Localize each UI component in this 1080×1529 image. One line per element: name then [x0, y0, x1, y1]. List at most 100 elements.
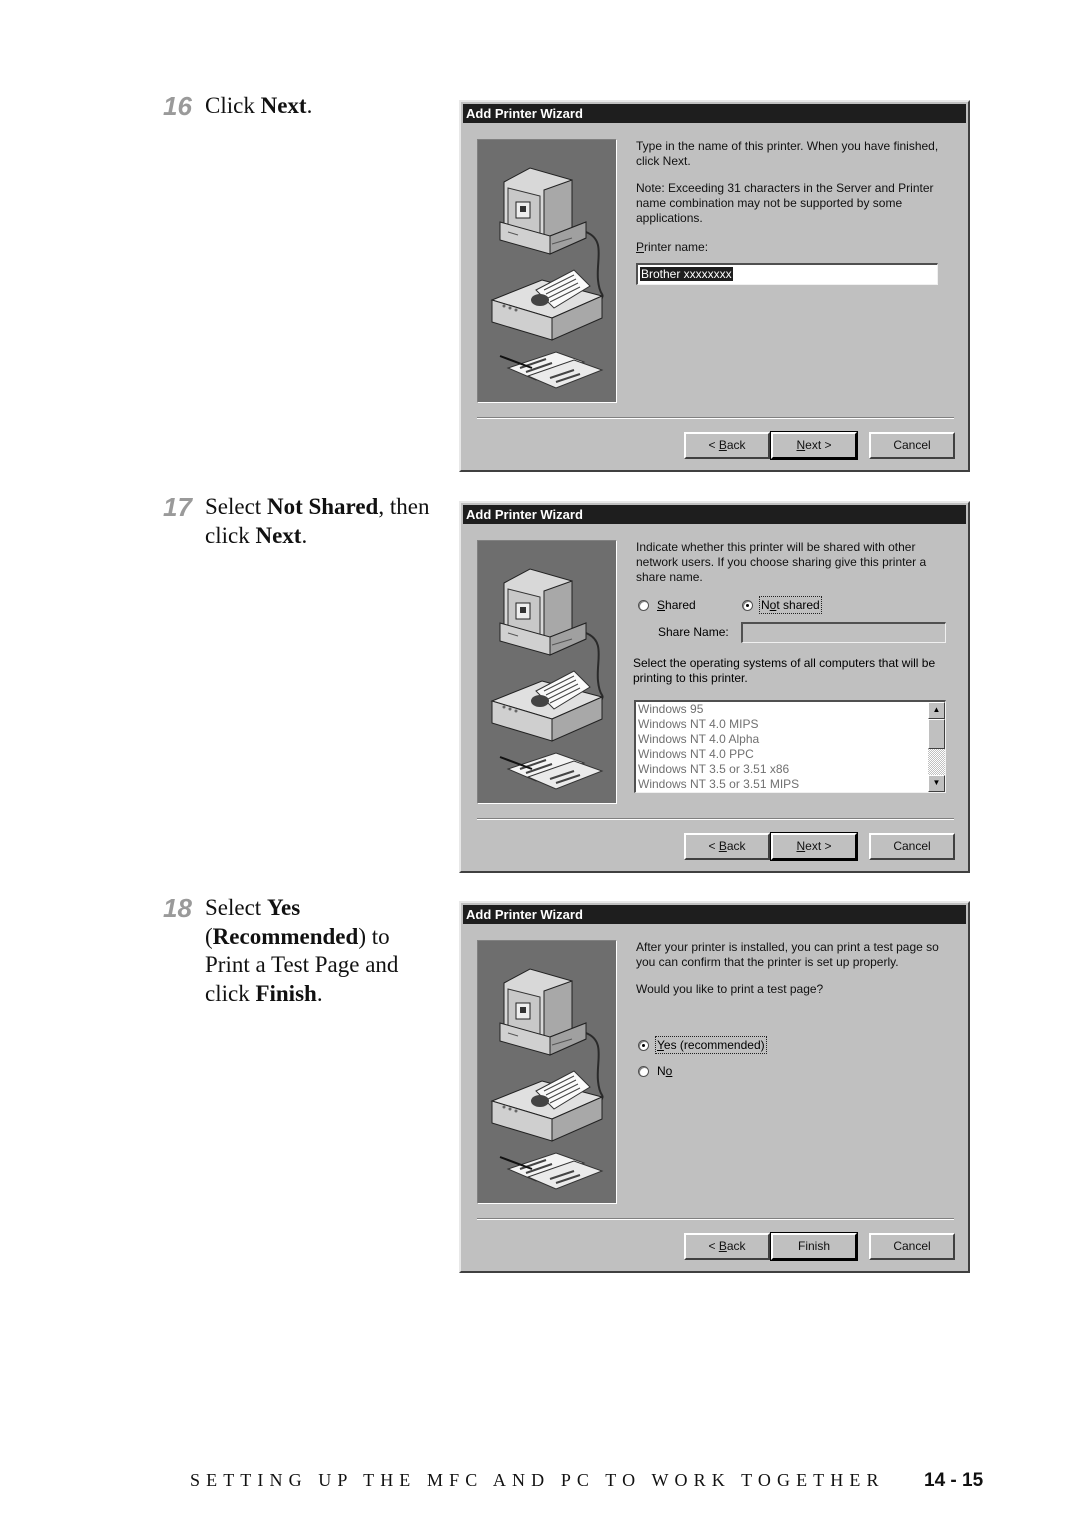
- intro-text: Type in the name of this printer. When y…: [636, 139, 939, 168]
- accelerator-key: N: [796, 438, 806, 452]
- bold-term: Next: [255, 522, 302, 548]
- add-printer-wizard-name-dialog: Add Printer Wizard Type in the name of t…: [459, 100, 970, 472]
- os-list-item[interactable]: Windows 95: [636, 702, 945, 717]
- computer-icon: [499, 968, 587, 1056]
- cancel-button[interactable]: Cancel: [869, 432, 955, 459]
- next-button[interactable]: Next >: [770, 832, 858, 861]
- os-listbox[interactable]: Windows 95 Windows NT 4.0 MIPS Windows NT …: [634, 700, 946, 793]
- add-printer-wizard-test-page-dialog: Add Printer Wizard After your printer is…: [459, 901, 970, 1273]
- radio-button-yes[interactable]: [638, 1039, 649, 1051]
- next-button[interactable]: Next >: [770, 431, 858, 460]
- not-shared-radio-option[interactable]: Not shared: [742, 596, 822, 614]
- instruction-text: (: [205, 923, 213, 949]
- dialog-titlebar: Add Printer Wizard: [463, 905, 966, 924]
- os-prompt-text: Select the operating systems of all comp…: [633, 656, 936, 685]
- add-printer-wizard-sharing-dialog: Add Printer Wizard Indicate whether this…: [459, 501, 970, 873]
- os-list-item[interactable]: Windows NT 3.5 or 3.51 x86: [636, 762, 945, 777]
- shared-label: Shared: [657, 598, 696, 612]
- step-instruction: Click Next.: [205, 92, 435, 121]
- computer-printer-illustration: [477, 940, 617, 1204]
- bold-term: Finish: [255, 980, 317, 1006]
- step-number: 17: [163, 492, 192, 522]
- back-button[interactable]: < Back: [684, 432, 770, 459]
- os-list-item[interactable]: Windows NT 4.0 Alpha: [636, 732, 945, 747]
- printer-name-value: Brother xxxxxxxx: [640, 267, 733, 281]
- scrollbar-thumb[interactable]: [928, 719, 945, 749]
- os-list-items: Windows 95 Windows NT 4.0 MIPS Windows NT …: [636, 702, 945, 792]
- label-text: N: [657, 1064, 666, 1078]
- printer-name-input[interactable]: Brother xxxxxxxx: [636, 263, 938, 285]
- intro-text: After your printer is installed, you can…: [636, 940, 939, 969]
- button-separator: [477, 818, 954, 820]
- radio-button-not-shared[interactable]: [742, 599, 753, 611]
- back-arrow: <: [708, 1239, 719, 1253]
- os-list-item[interactable]: Windows NT 3.5 or 3.51 MIPS: [636, 777, 945, 792]
- os-list-item[interactable]: Windows NT 4.0 MIPS: [636, 717, 945, 732]
- no-label: No: [657, 1064, 672, 1078]
- computer-icon: [499, 167, 587, 255]
- printed-documents-icon: [499, 351, 604, 389]
- instruction-text: .: [316, 980, 323, 1006]
- yes-label: Yes (recommended): [655, 1036, 767, 1054]
- printer-icon: [490, 269, 604, 341]
- printer-icon: [490, 1070, 604, 1142]
- printed-documents-icon: [499, 1152, 604, 1190]
- note-text: Note: Exceeding 31 characters in the Ser…: [636, 181, 934, 225]
- accelerator-key: B: [718, 438, 727, 452]
- listbox-scrollbar[interactable]: ▲ ▼: [928, 702, 945, 792]
- os-list-item[interactable]: Windows NT 4.0 PPC: [636, 747, 945, 762]
- button-separator: [477, 1218, 954, 1220]
- accelerator-key: B: [718, 1239, 727, 1253]
- cancel-button[interactable]: Cancel: [869, 833, 955, 860]
- share-name-input[interactable]: [741, 622, 946, 643]
- instruction-text: .: [301, 522, 308, 548]
- radio-button-shared[interactable]: [638, 599, 649, 611]
- button-label: ext >: [805, 438, 832, 452]
- chapter-footer-title: SETTING UP THE MFC AND PC TO WORK TOGETH…: [190, 1470, 885, 1490]
- computer-icon: [499, 568, 587, 656]
- accelerator-key: N: [796, 839, 806, 853]
- label-text: N: [761, 598, 770, 612]
- printer-name-label: Printer name:: [636, 240, 956, 255]
- cancel-button[interactable]: Cancel: [869, 1233, 955, 1260]
- label-text: hared: [665, 598, 696, 612]
- back-arrow: <: [708, 839, 719, 853]
- intro-text: Indicate whether this printer will be sh…: [636, 540, 927, 584]
- page-number: 14 - 15: [924, 1470, 984, 1491]
- back-button[interactable]: < Back: [684, 1233, 770, 1260]
- scroll-up-arrow-icon[interactable]: ▲: [928, 702, 945, 719]
- step-instruction: Select Yes (Recommended) to Print a Test…: [205, 894, 435, 1008]
- step-number: 18: [163, 893, 192, 923]
- scroll-down-arrow-icon[interactable]: ▼: [928, 775, 945, 792]
- not-shared-label: Not shared: [759, 596, 822, 614]
- dialog-titlebar: Add Printer Wizard: [463, 104, 966, 123]
- instruction-text: Select: [205, 895, 267, 920]
- dialog-titlebar: Add Printer Wizard: [463, 505, 966, 524]
- step-number: 16: [163, 91, 192, 121]
- accelerator-key: o: [665, 1064, 673, 1078]
- step-instruction: Select Not Shared, then click Next.: [205, 493, 435, 550]
- label-text: es (recommended): [663, 1038, 765, 1052]
- accelerator-key: S: [657, 598, 666, 612]
- yes-radio-option[interactable]: Yes (recommended): [638, 1036, 767, 1054]
- dialog-content: Indicate whether this printer will be sh…: [636, 540, 956, 597]
- finish-button[interactable]: Finish: [770, 1232, 858, 1261]
- bold-term: Next: [260, 93, 307, 118]
- radio-button-no[interactable]: [638, 1065, 649, 1077]
- dialog-content: Type in the name of this printer. When y…: [636, 139, 956, 255]
- button-label: ack: [726, 839, 746, 853]
- no-radio-option[interactable]: No: [638, 1064, 672, 1078]
- label-text: t shared: [776, 598, 820, 612]
- button-label: ack: [726, 1239, 746, 1253]
- computer-printer-illustration: [477, 139, 617, 403]
- accelerator-key: B: [718, 839, 727, 853]
- shared-radio-option[interactable]: Shared: [638, 598, 696, 612]
- back-button[interactable]: < Back: [684, 833, 770, 860]
- question-text: Would you like to print a test page?: [636, 982, 824, 996]
- back-arrow: <: [708, 438, 719, 452]
- instruction-text: .: [306, 93, 313, 118]
- bold-term: Not Shared: [266, 494, 379, 519]
- instruction-text: Click: [205, 93, 261, 118]
- accelerator-key: Y: [657, 1038, 664, 1052]
- bold-term: Recommended: [212, 923, 359, 949]
